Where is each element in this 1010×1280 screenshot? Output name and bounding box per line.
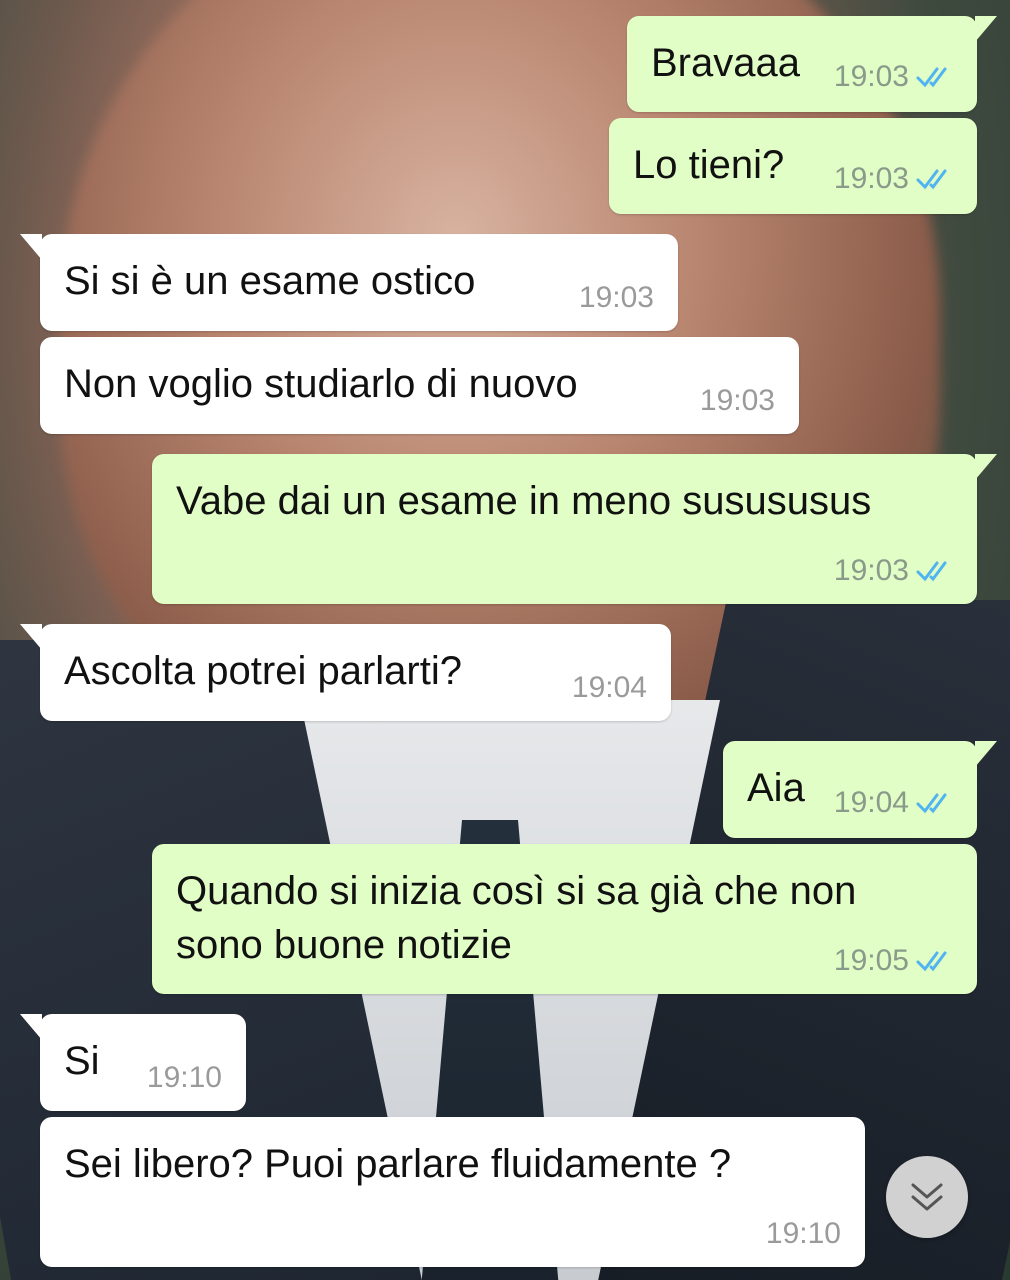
message-text: Non voglio studiarlo di nuovo — [64, 362, 578, 406]
message-time: 19:04 — [571, 671, 647, 704]
message-text-line-1: Quando si inizia così si sa già che non — [176, 869, 857, 913]
message-list[interactable]: Bravaaa 19:03 Lo tieni? 19:03 Si si è un… — [0, 0, 1010, 1280]
message-meta: 19:03 — [834, 60, 955, 94]
message-bubble-incoming[interactable]: Sei libero? Puoi parlare fluidamente ? 1… — [40, 1117, 865, 1267]
message-time: 19:10 — [146, 1061, 222, 1094]
double-check-icon — [916, 951, 947, 972]
message-bubble-incoming[interactable]: Si 19:10 — [20, 1014, 246, 1111]
message-bubble-outgoing[interactable]: Quando si inizia così si sa già che non … — [152, 844, 977, 994]
message-bubble-outgoing[interactable]: Lo tieni? 19:03 — [609, 118, 977, 214]
message-meta: 19:05 — [834, 944, 955, 978]
message-meta: 19:03 — [834, 554, 955, 588]
message-text: Ascolta potrei parlarti? — [64, 649, 462, 693]
message-meta: 19:10 — [766, 1217, 841, 1251]
message-text: Sei libero? Puoi parlare fluidamente ? — [64, 1142, 732, 1186]
double-chevron-down-icon — [911, 1183, 943, 1211]
message-time: 19:05 — [833, 944, 909, 977]
message-bubble-outgoing[interactable]: Aia 19:04 — [723, 741, 997, 838]
double-check-icon — [916, 793, 947, 814]
scroll-to-bottom-button[interactable] — [886, 1156, 968, 1238]
message-time: 19:10 — [765, 1217, 841, 1250]
message-meta: 19:04 — [572, 671, 647, 705]
double-check-icon — [916, 561, 947, 582]
message-time: 19:04 — [833, 786, 909, 819]
message-meta: 19:03 — [834, 162, 955, 196]
message-text: Si si è un esame ostico — [64, 259, 476, 303]
message-meta: 19:04 — [834, 786, 955, 820]
message-bubble-outgoing[interactable]: Bravaaa 19:03 — [627, 16, 997, 112]
message-text-line-2: sono buone notizie — [176, 923, 512, 967]
message-text: Vabe dai un esame in meno susususus — [176, 479, 872, 523]
message-text: Aia — [747, 766, 805, 810]
message-bubble-outgoing[interactable]: Vabe dai un esame in meno susususus 19:0… — [152, 454, 997, 604]
message-text: Bravaaa — [651, 41, 800, 85]
message-time: 19:03 — [833, 162, 909, 195]
message-text: Lo tieni? — [633, 143, 785, 187]
message-meta: 19:03 — [700, 384, 775, 418]
message-bubble-incoming[interactable]: Ascolta potrei parlarti? 19:04 — [20, 624, 671, 721]
message-meta: 19:03 — [579, 281, 654, 315]
message-text: Si — [64, 1039, 100, 1083]
message-time: 19:03 — [833, 554, 909, 587]
double-check-icon — [916, 67, 947, 88]
message-bubble-incoming[interactable]: Non voglio studiarlo di nuovo 19:03 — [40, 337, 799, 434]
message-time: 19:03 — [699, 384, 775, 417]
double-check-icon — [916, 169, 947, 190]
message-time: 19:03 — [833, 60, 909, 93]
message-meta: 19:10 — [147, 1061, 222, 1095]
message-time: 19:03 — [578, 281, 654, 314]
message-bubble-incoming[interactable]: Si si è un esame ostico 19:03 — [20, 234, 678, 331]
